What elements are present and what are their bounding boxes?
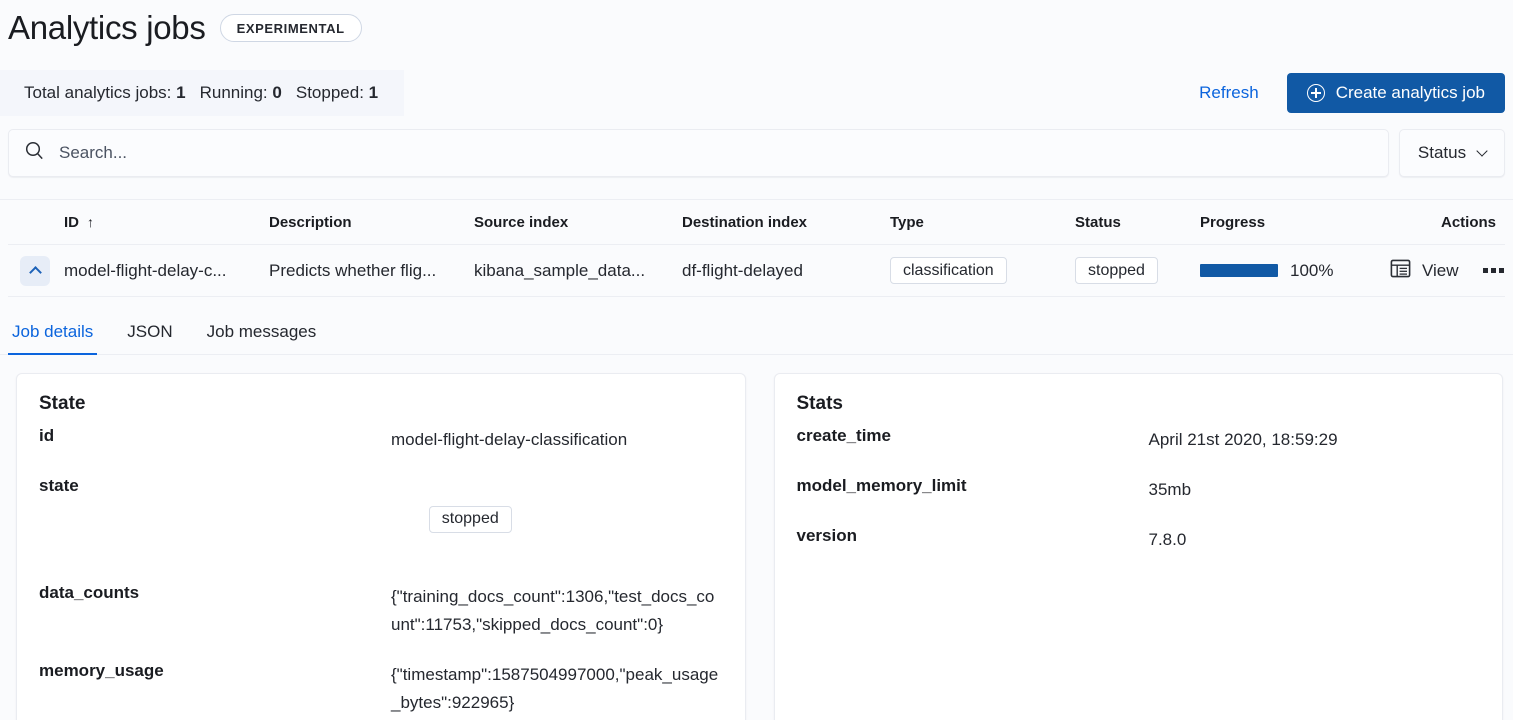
stats-panel-title: Stats <box>797 393 1481 415</box>
search-box[interactable] <box>8 129 1389 177</box>
jobs-summary-bar: Total analytics jobs: 1 Running: 0 Stopp… <box>0 70 404 116</box>
total-jobs-stat: Total analytics jobs: 1 <box>24 83 186 103</box>
column-header-description[interactable]: Description <box>269 214 474 231</box>
column-header-source-index[interactable]: Source index <box>474 214 682 231</box>
page-header: Analytics jobs EXPERIMENTAL <box>0 0 1513 48</box>
state-value-data-counts: {"training_docs_count":1306,"test_docs_c… <box>391 583 723 639</box>
state-panel: State id model-flight-delay-classificati… <box>16 373 746 720</box>
table-header-row: ID ↑ Description Source index Destinatio… <box>8 200 1505 245</box>
cell-type: classification <box>890 257 1075 284</box>
stats-key-version: version <box>797 526 1149 546</box>
type-badge: classification <box>890 257 1007 284</box>
collapse-row-button[interactable] <box>20 256 50 286</box>
stopped-jobs-label: Stopped: <box>296 83 364 102</box>
header-actions: Refresh Create analytics job <box>1193 73 1505 113</box>
total-jobs-label: Total analytics jobs: <box>24 83 171 102</box>
state-value-state: stopped <box>391 476 723 561</box>
create-analytics-job-button[interactable]: Create analytics job <box>1287 73 1505 113</box>
cell-id[interactable]: model-flight-delay-c... <box>64 261 269 281</box>
cell-source-index: kibana_sample_data... <box>474 261 682 281</box>
state-row-id: id model-flight-delay-classification <box>39 426 723 454</box>
progress-fill <box>1200 264 1278 277</box>
status-filter-dropdown[interactable]: Status <box>1399 129 1505 177</box>
state-key-data-counts: data_counts <box>39 583 391 603</box>
stats-panel: Stats create_time April 21st 2020, 18:59… <box>774 373 1504 720</box>
plus-in-circle-icon <box>1307 84 1325 102</box>
tab-job-messages[interactable]: Job messages <box>203 322 321 355</box>
refresh-button[interactable]: Refresh <box>1193 82 1265 104</box>
running-jobs-stat: Running: 0 <box>200 83 282 103</box>
running-jobs-value: 0 <box>272 83 281 102</box>
ellipsis-icon-dot-3 <box>1499 268 1504 273</box>
view-job-label: View <box>1422 261 1459 281</box>
stats-value-create-time: April 21st 2020, 18:59:29 <box>1149 426 1481 454</box>
experimental-badge: EXPERIMENTAL <box>220 14 362 42</box>
page-title: Analytics jobs <box>8 8 206 48</box>
progress-bar: 100% <box>1200 261 1390 281</box>
stopped-jobs-stat: Stopped: 1 <box>296 83 378 103</box>
state-row-memory-usage: memory_usage {"timestamp":1587504997000,… <box>39 661 723 717</box>
total-jobs-value: 1 <box>176 83 185 102</box>
tab-job-details[interactable]: Job details <box>8 322 97 355</box>
state-key-memory-usage: memory_usage <box>39 661 391 681</box>
state-row-state: state stopped <box>39 476 723 561</box>
create-analytics-job-label: Create analytics job <box>1336 83 1485 103</box>
column-header-progress[interactable]: Progress <box>1200 214 1390 231</box>
state-key-state: state <box>39 476 391 496</box>
job-detail-tabs: Job details JSON Job messages <box>0 309 1513 355</box>
stats-value-version: 7.8.0 <box>1149 526 1481 554</box>
status-filter-label: Status <box>1418 143 1466 163</box>
view-job-button[interactable]: View <box>1390 258 1459 284</box>
state-value-id: model-flight-delay-classification <box>391 426 723 454</box>
cell-actions: View <box>1390 258 1513 284</box>
chevron-down-icon <box>1476 145 1487 156</box>
cell-destination-index: df-flight-delayed <box>682 261 890 281</box>
table-row: model-flight-delay-c... Predicts whether… <box>8 245 1505 297</box>
state-row-data-counts: data_counts {"training_docs_count":1306,… <box>39 583 723 639</box>
column-header-id[interactable]: ID ↑ <box>64 214 269 231</box>
stats-row-version: version 7.8.0 <box>797 526 1481 554</box>
stopped-jobs-value: 1 <box>369 83 378 102</box>
job-details-panels: State id model-flight-delay-classificati… <box>0 355 1513 720</box>
cell-progress: 100% <box>1200 261 1390 281</box>
stats-key-create-time: create_time <box>797 426 1149 446</box>
table-list-icon <box>1390 258 1411 284</box>
ellipsis-icon-dot-1 <box>1483 268 1488 273</box>
row-actions-menu-button[interactable] <box>1481 262 1506 279</box>
expand-cell <box>8 256 64 286</box>
stats-key-model-memory-limit: model_memory_limit <box>797 476 1149 496</box>
column-header-id-label: ID <box>64 214 79 231</box>
analytics-jobs-table: ID ↑ Description Source index Destinatio… <box>0 199 1513 297</box>
summary-and-actions-row: Total analytics jobs: 1 Running: 0 Stopp… <box>0 70 1513 116</box>
state-value-memory-usage: {"timestamp":1587504997000,"peak_usage_b… <box>391 661 723 717</box>
cell-status: stopped <box>1075 257 1200 284</box>
column-header-status[interactable]: Status <box>1075 214 1200 231</box>
stats-row-create-time: create_time April 21st 2020, 18:59:29 <box>797 426 1481 454</box>
search-icon <box>25 141 44 165</box>
column-header-type[interactable]: Type <box>890 214 1075 231</box>
progress-label: 100% <box>1290 261 1333 281</box>
tab-json[interactable]: JSON <box>123 322 176 355</box>
stats-row-model-memory-limit: model_memory_limit 35mb <box>797 476 1481 504</box>
status-badge: stopped <box>1075 257 1158 284</box>
chevron-up-icon <box>29 266 42 279</box>
cell-description: Predicts whether flig... <box>269 261 474 281</box>
stats-value-model-memory-limit: 35mb <box>1149 476 1481 504</box>
ellipsis-icon-dot-2 <box>1491 268 1496 273</box>
progress-track <box>1200 264 1278 277</box>
state-status-badge: stopped <box>429 506 512 533</box>
search-input[interactable] <box>57 130 1372 176</box>
column-header-destination-index[interactable]: Destination index <box>682 214 890 231</box>
state-key-id: id <box>39 426 391 446</box>
state-panel-title: State <box>39 393 723 415</box>
search-row: Status <box>0 129 1513 177</box>
running-jobs-label: Running: <box>200 83 268 102</box>
column-header-actions: Actions <box>1390 214 1505 231</box>
arrow-up-icon: ↑ <box>87 214 94 230</box>
